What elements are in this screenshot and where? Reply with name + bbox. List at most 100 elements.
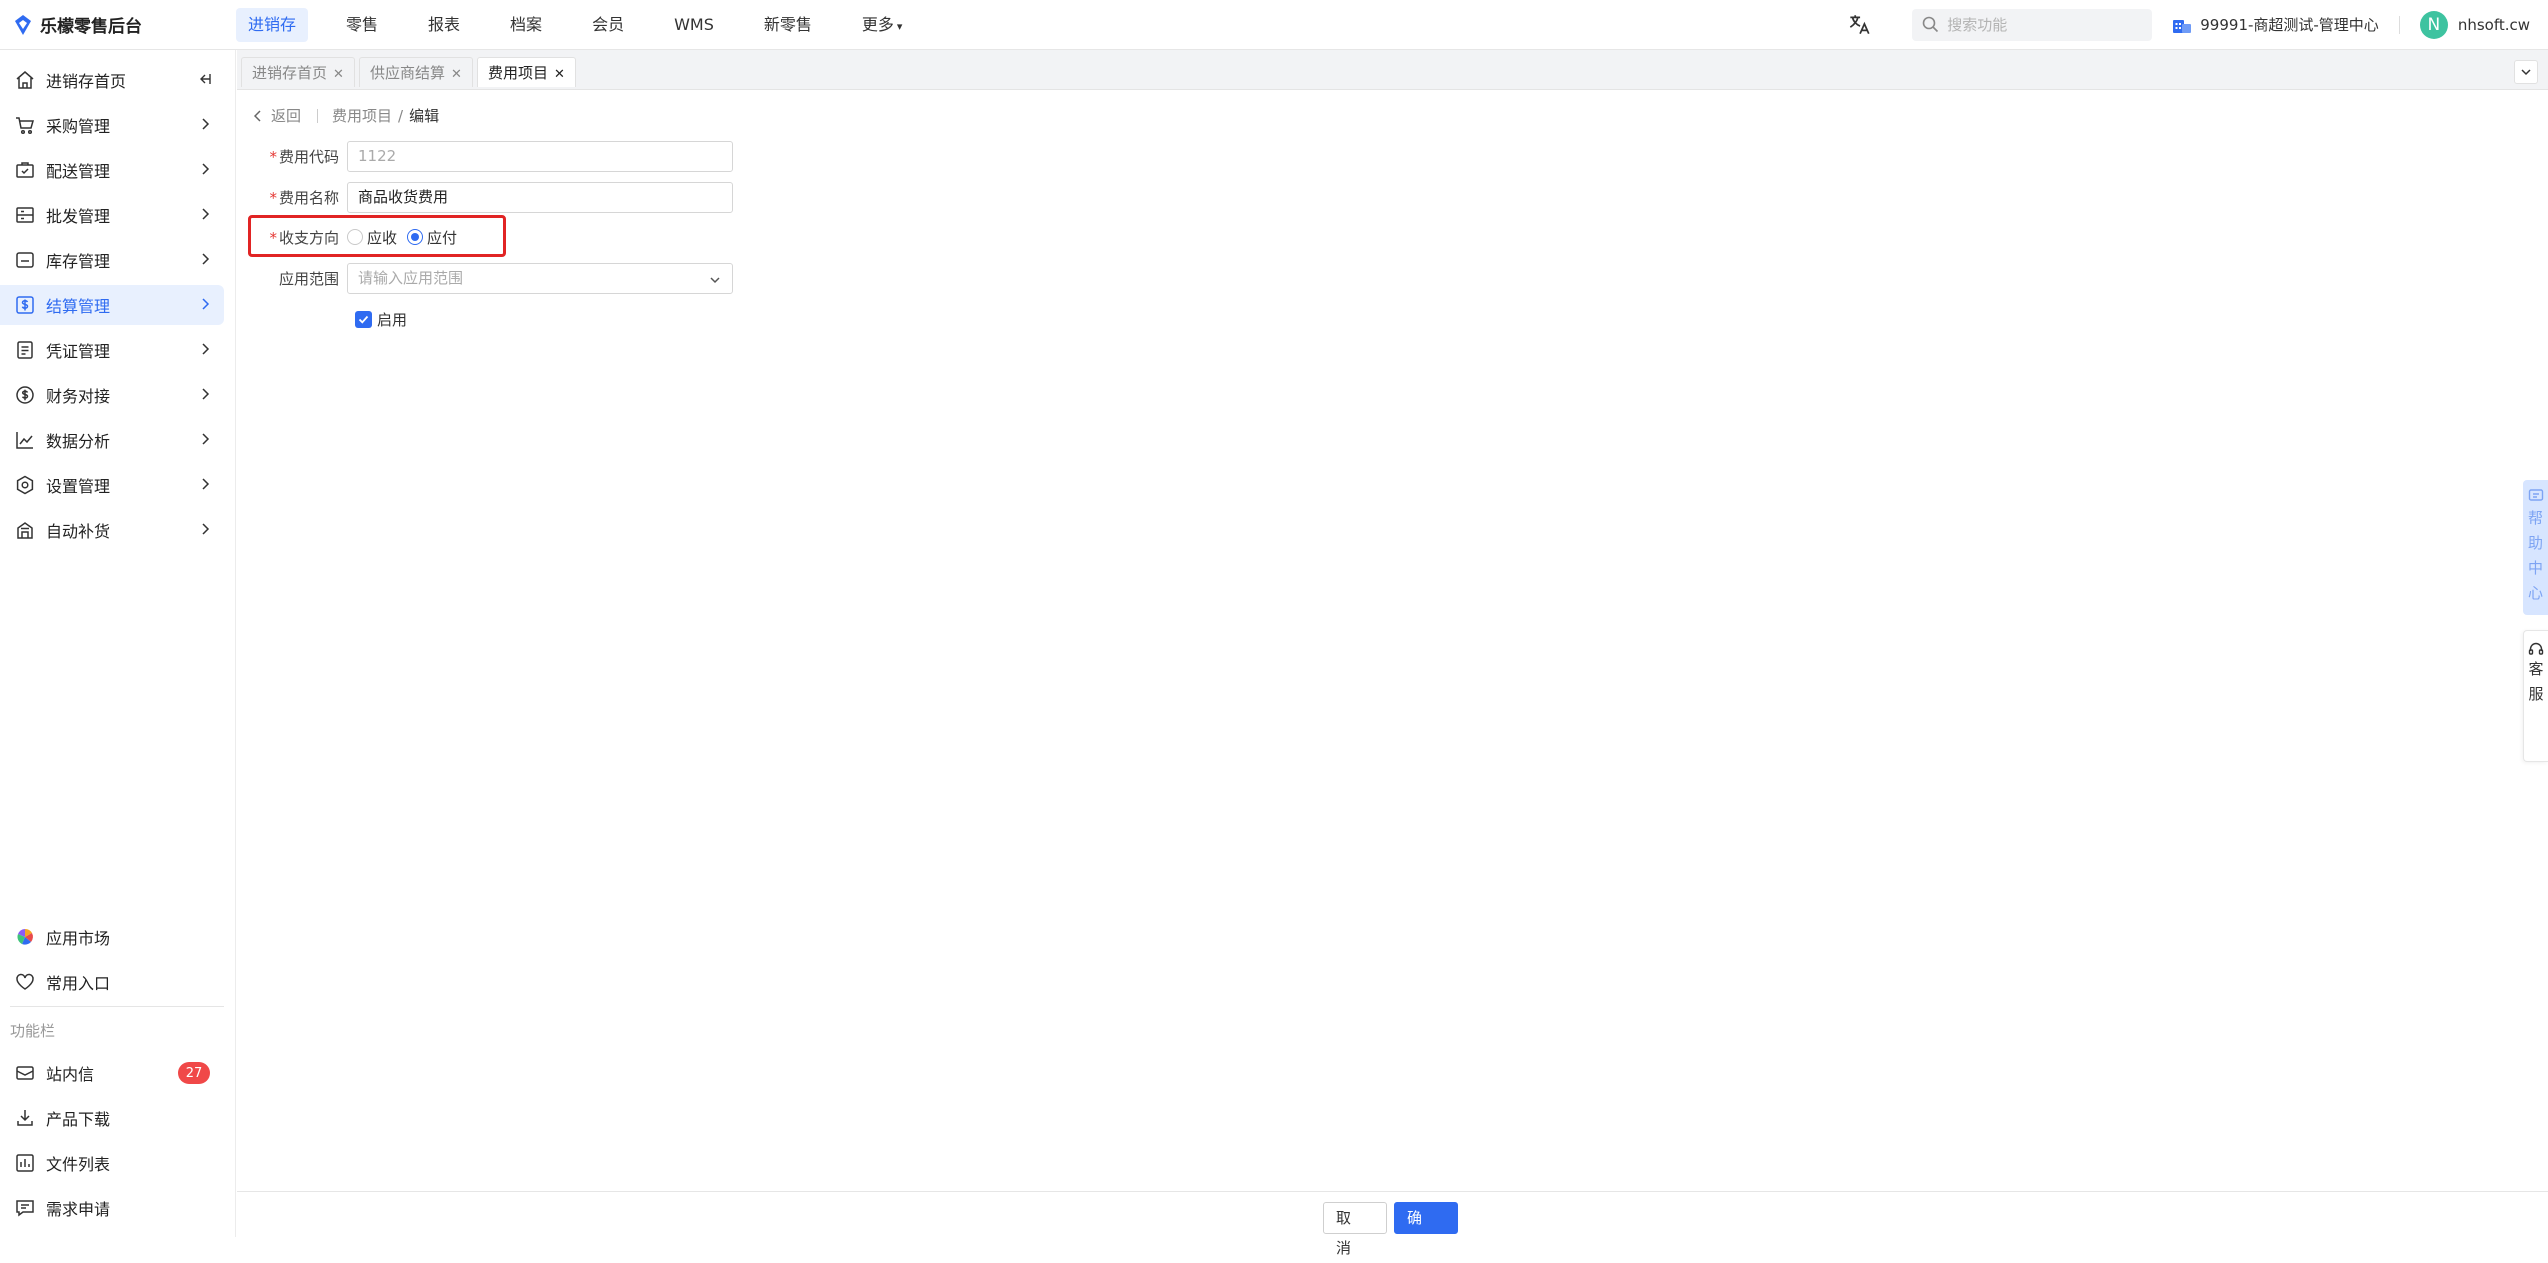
app-logo[interactable]: 乐檬零售后台 xyxy=(0,12,236,37)
sidebar-item-settlement[interactable]: 结算管理 xyxy=(0,285,224,325)
sidebar-app-market[interactable]: 应用市场 xyxy=(0,917,224,957)
breadcrumb-current: 编辑 xyxy=(409,107,440,125)
required-mark: * xyxy=(269,188,277,207)
sidebar-item-wholesale[interactable]: 批发管理 xyxy=(0,195,224,235)
store-selector[interactable]: 99991-商超测试-管理中心 xyxy=(2172,14,2379,35)
chevron-right-icon xyxy=(202,523,210,535)
chevron-left-icon xyxy=(253,109,261,122)
sidebar-item-label: 产品下载 xyxy=(46,1110,111,1129)
sidebar: 进销存首页 采购管理 配送管理 批发管理 库存管理 结算管理 凭证管理 财务对接 xyxy=(0,50,236,1237)
tab-expense-items[interactable]: 费用项目 ✕ xyxy=(477,57,576,87)
topnav-retail[interactable]: 零售 xyxy=(334,8,390,42)
topnav-new-retail[interactable]: 新零售 xyxy=(752,8,824,42)
expense-code-field[interactable]: 1122 xyxy=(347,140,733,172)
sidebar-item-label: 凭证管理 xyxy=(46,342,111,361)
topnav-wms[interactable]: WMS xyxy=(662,8,726,42)
cart-icon xyxy=(14,114,36,136)
help-char: 助 xyxy=(2527,534,2543,552)
sidebar-item-settings[interactable]: 设置管理 xyxy=(0,465,224,505)
app-market-icon xyxy=(14,926,36,948)
username[interactable]: nhsoft.cw xyxy=(2458,16,2530,34)
breadcrumb-separator: / xyxy=(398,106,404,125)
cancel-button[interactable]: 取 消 xyxy=(1323,1202,1387,1257)
sidebar-item-label: 常用入口 xyxy=(46,974,111,993)
voucher-icon xyxy=(14,339,36,361)
scope-select[interactable]: 请输入应用范围 xyxy=(347,262,733,294)
topnav-member[interactable]: 会员 xyxy=(580,8,636,42)
chevron-right-icon xyxy=(202,118,210,130)
search-box[interactable]: 搜索功能 xyxy=(1912,8,2153,41)
tab-jxc-home[interactable]: 进销存首页 ✕ xyxy=(241,57,355,87)
chart-icon xyxy=(14,429,36,451)
scope-label-text: 应用范围 xyxy=(278,269,339,288)
sidebar-common-entry[interactable]: 常用入口 xyxy=(0,962,224,1002)
search-icon xyxy=(1922,16,1939,33)
help-char: 帮 xyxy=(2527,509,2543,527)
sidebar-requests[interactable]: 需求申请 xyxy=(0,1188,224,1228)
sidebar-item-label: 库存管理 xyxy=(46,252,111,271)
heart-icon xyxy=(14,971,36,993)
sidebar-item-label: 结算管理 xyxy=(46,297,111,316)
topnav-reports[interactable]: 报表 xyxy=(416,8,472,42)
sidebar-item-label: 需求申请 xyxy=(46,1200,111,1219)
confirm-button[interactable]: 确 定 xyxy=(1394,1202,1458,1257)
topnav-jxc[interactable]: 进销存 xyxy=(236,7,309,42)
expense-name-field[interactable]: 商品收货费用 xyxy=(347,181,733,213)
close-icon[interactable]: ✕ xyxy=(333,67,344,82)
sidebar-files[interactable]: 文件列表 xyxy=(0,1143,224,1183)
tab-label: 费用项目 xyxy=(488,64,549,82)
form-row-code: * 费用代码 1122 xyxy=(237,140,733,172)
sidebar-messages[interactable]: 站内信 27 xyxy=(0,1053,224,1093)
scope-placeholder: 请输入应用范围 xyxy=(358,268,464,287)
wholesale-icon xyxy=(14,204,36,226)
breadcrumb-parent[interactable]: 费用项目 xyxy=(332,105,392,126)
scope-label: 应用范围 xyxy=(237,268,347,289)
collapse-sidebar-icon[interactable] xyxy=(198,72,212,86)
enable-checkbox[interactable]: 启用 xyxy=(355,309,407,330)
chevron-right-icon xyxy=(202,163,210,175)
chevron-down-icon xyxy=(2521,69,2531,76)
sidebar-item-voucher[interactable]: 凭证管理 xyxy=(0,330,224,370)
sidebar-item-finance[interactable]: 财务对接 xyxy=(0,375,224,415)
back-link[interactable]: 返回 xyxy=(251,105,301,126)
service-char: 客 xyxy=(2528,660,2544,678)
caret-down-icon: ▾ xyxy=(896,19,903,33)
delivery-icon xyxy=(14,159,36,181)
form-footer: 取 消 确 定 xyxy=(237,1191,2548,1257)
code-label-text: 费用代码 xyxy=(278,147,339,166)
sidebar-item-label: 进销存首页 xyxy=(46,72,127,91)
chevron-right-icon xyxy=(202,388,210,400)
help-center-button[interactable]: 帮 助 中 心 xyxy=(2523,480,2548,615)
sidebar-item-analytics[interactable]: 数据分析 xyxy=(0,420,224,460)
tab-menu-button[interactable] xyxy=(2514,60,2538,84)
sidebar-download[interactable]: 产品下载 xyxy=(0,1098,224,1138)
close-icon[interactable]: ✕ xyxy=(554,67,565,82)
replenish-icon xyxy=(14,519,36,541)
sidebar-item-inventory[interactable]: 库存管理 xyxy=(0,240,224,280)
sidebar-item-jxc-home[interactable]: 进销存首页 xyxy=(0,60,224,100)
sidebar-item-delivery[interactable]: 配送管理 xyxy=(0,150,224,190)
chevron-right-icon xyxy=(202,253,210,265)
sidebar-item-label: 设置管理 xyxy=(46,477,111,496)
breadcrumb-divider xyxy=(317,108,319,123)
tab-supplier-settlement[interactable]: 供应商结算 ✕ xyxy=(359,57,473,87)
top-bar: 乐檬零售后台 进销存 零售 报表 档案 会员 WMS 新零售 更多 ▾ 搜索功能 … xyxy=(0,0,2548,50)
topnav-more[interactable]: 更多 ▾ xyxy=(850,8,915,42)
headset-icon xyxy=(2528,642,2544,655)
unread-badge: 27 xyxy=(178,1062,210,1084)
translate-icon[interactable] xyxy=(1846,12,1872,38)
code-label: * 费用代码 xyxy=(237,146,347,167)
file-list-icon xyxy=(14,1152,36,1174)
finance-icon xyxy=(14,384,36,406)
service-char: 服 xyxy=(2528,685,2544,703)
close-icon[interactable]: ✕ xyxy=(451,67,462,82)
sidebar-item-replenish[interactable]: 自动补货 xyxy=(0,510,224,550)
topnav-more-label: 更多 xyxy=(861,14,894,34)
chevron-right-icon xyxy=(202,298,210,310)
topnav-archive[interactable]: 档案 xyxy=(498,8,554,42)
tab-bar: 进销存首页 ✕ 供应商结算 ✕ 费用项目 ✕ xyxy=(237,50,2548,90)
avatar[interactable]: N xyxy=(2419,10,2448,39)
enable-label: 启用 xyxy=(377,310,408,329)
customer-service-button[interactable]: 客 服 xyxy=(2523,630,2548,762)
sidebar-item-purchase[interactable]: 采购管理 xyxy=(0,105,224,145)
